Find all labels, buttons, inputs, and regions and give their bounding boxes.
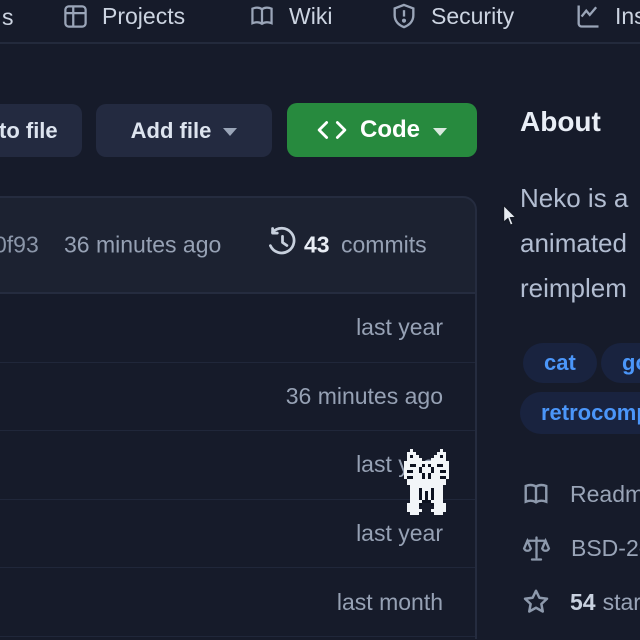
commit-time: 36 minutes ago (64, 232, 221, 259)
license-label: BSD-2-Clause license (571, 535, 640, 562)
about-description-line: reimplem (520, 266, 628, 311)
github-repo-page: s Projects Wiki Security Insights (0, 0, 640, 640)
nav-divider (0, 42, 640, 44)
add-file-button[interactable]: Add file (96, 104, 272, 157)
tab-security[interactable]: Security (390, 0, 514, 32)
commit-age-link[interactable]: last year (356, 451, 443, 478)
book-icon (248, 3, 276, 30)
neko-cat-sprite (404, 449, 407, 452)
code-label: Code (360, 116, 420, 144)
license-link[interactable]: BSD-2-Clause license (521, 532, 640, 564)
file-row[interactable]: 36 minutes ago (0, 363, 475, 432)
tab-label: Security (431, 3, 514, 30)
commit-hash-link[interactable]: 0f93 (0, 232, 39, 259)
topic-tag-cat[interactable]: cat (523, 343, 597, 383)
readme-label: Readme (570, 481, 640, 508)
history-icon (266, 226, 299, 264)
commit-age-link[interactable]: last month (337, 589, 443, 616)
about-description: Neko is a animated reimplem (520, 176, 628, 311)
commits-label[interactable]: commits (341, 232, 427, 259)
tab-label: Wiki (289, 3, 332, 30)
mouse-pointer-icon (502, 204, 519, 229)
chevron-down-icon (433, 128, 447, 136)
add-file-label: Add file (131, 118, 212, 144)
about-heading: About (520, 106, 601, 138)
tab-actions-partial[interactable]: s (2, 1, 14, 33)
file-row[interactable]: last year (0, 294, 475, 363)
chevron-down-icon (223, 128, 237, 136)
book-icon (521, 480, 551, 509)
graph-icon (574, 2, 602, 30)
about-description-line: animated (520, 221, 628, 266)
file-row[interactable]: last year (0, 431, 475, 500)
code-icon (317, 119, 347, 141)
code-button[interactable]: Code (287, 103, 477, 157)
readme-link[interactable]: Readme (521, 478, 640, 510)
commit-age-link[interactable]: last year (356, 314, 443, 341)
about-description-line: Neko is a (520, 176, 628, 221)
stars-label: stars (603, 589, 640, 615)
tab-wiki[interactable]: Wiki (248, 0, 332, 32)
go-to-file-label: Go to file (0, 118, 58, 144)
commit-age-link[interactable]: last year (356, 520, 443, 547)
law-scales-icon (521, 533, 552, 564)
stars-link[interactable]: 54 stars (521, 586, 640, 618)
stars-count: 54 (570, 589, 596, 615)
file-table: last year 36 minutes ago last year last … (0, 294, 477, 639)
file-row[interactable]: last year (0, 500, 475, 569)
latest-commit-bar: 0f93 36 minutes ago 43 commits (0, 196, 477, 294)
shield-exclamation-icon (390, 2, 418, 30)
tab-projects[interactable]: Projects (62, 0, 185, 32)
topic-tag-retrocomputing[interactable]: retrocomputing (520, 392, 640, 434)
tab-insights[interactable]: Insights (574, 0, 640, 32)
tab-label: Insights (615, 3, 640, 30)
file-row[interactable]: last month (0, 568, 475, 637)
go-to-file-button[interactable]: Go to file (0, 104, 82, 157)
commit-age-link[interactable]: 36 minutes ago (286, 383, 443, 410)
star-icon (521, 587, 551, 617)
tab-label: Projects (102, 3, 185, 30)
topic-tag-go[interactable]: go (601, 343, 640, 383)
table-icon (62, 3, 89, 30)
commits-count[interactable]: 43 (304, 232, 330, 259)
stars-text: 54 stars (570, 589, 640, 616)
